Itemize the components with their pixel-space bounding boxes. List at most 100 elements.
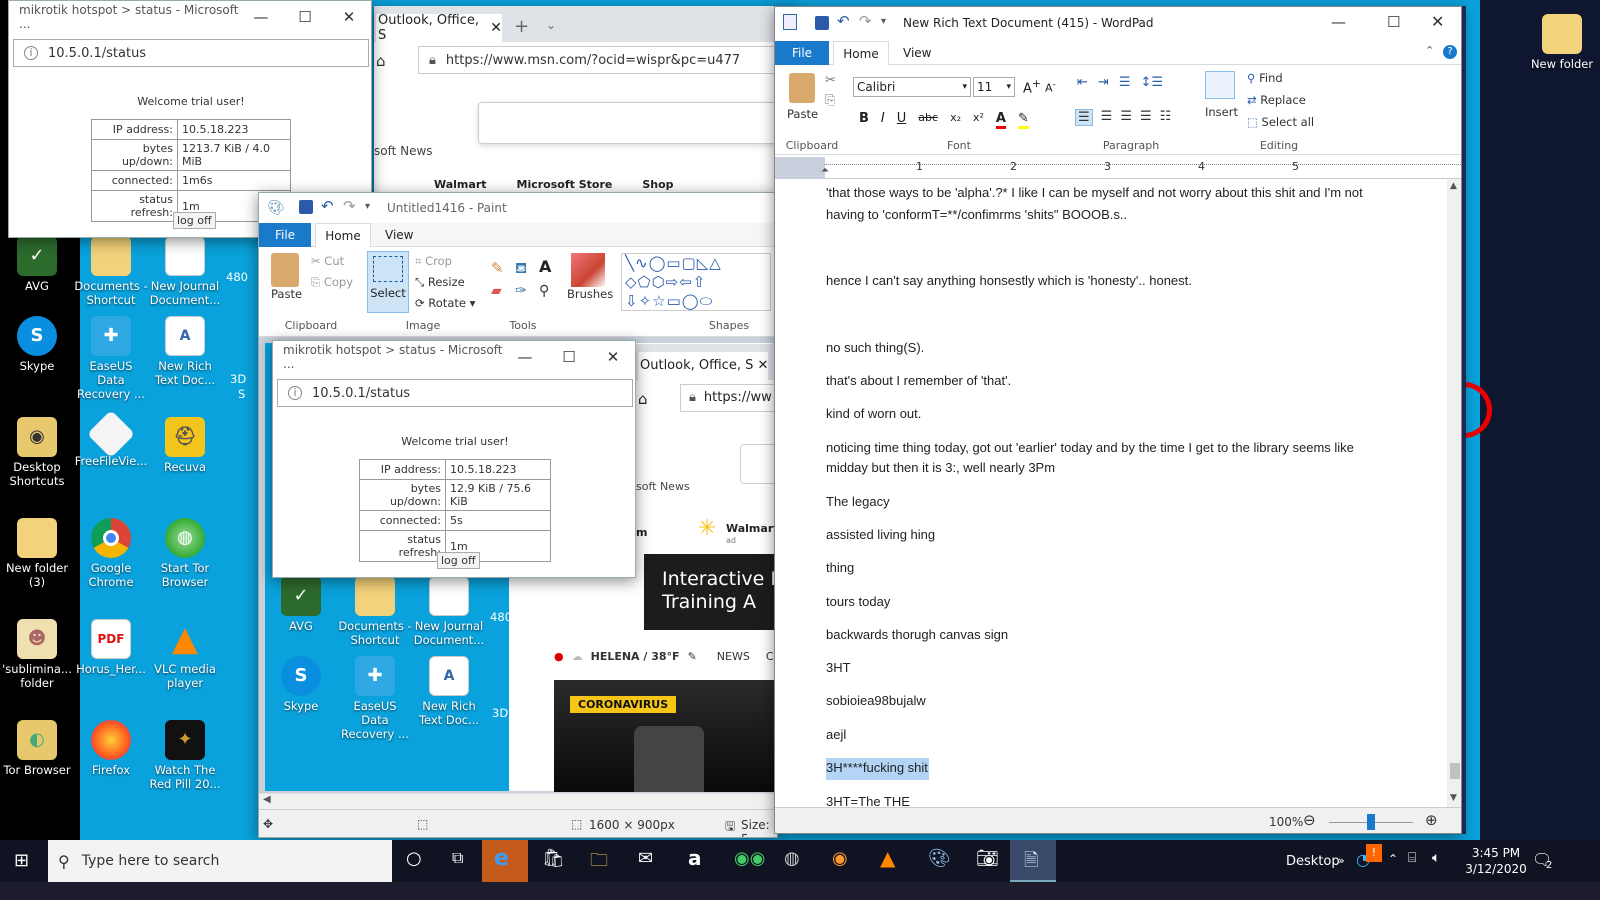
eraser-icon[interactable]: ▰ bbox=[491, 283, 502, 299]
desktop-icon-new-folder[interactable]: New folder bbox=[1522, 14, 1600, 71]
wordpad-taskbar-icon[interactable]: 🗎︎ bbox=[1024, 848, 1038, 878]
chevron-down-icon[interactable]: ⌄ bbox=[546, 18, 556, 32]
maximize-icon[interactable]: ☐ bbox=[283, 8, 327, 26]
hotspot-address-bar[interactable]: i 10.5.0.1/status bbox=[13, 39, 369, 67]
app-icon-color[interactable]: ◉ bbox=[832, 848, 848, 869]
desktop-icon-new-journal-document[interactable]: New Journal Document... bbox=[148, 236, 222, 307]
shop-link[interactable]: Shop bbox=[642, 178, 673, 191]
bold-icon[interactable]: B bbox=[859, 111, 869, 129]
store-taskbar-icon[interactable]: 🛍︎ bbox=[542, 848, 565, 869]
edge-address-bar[interactable]: 🔒︎ https://www.msn.com/?ocid=wispr&pc=u4… bbox=[418, 46, 794, 74]
insert-picture-icon[interactable] bbox=[1205, 71, 1235, 99]
crop-button[interactable]: ⌗ Crop bbox=[415, 254, 452, 269]
brushes-icon[interactable] bbox=[571, 253, 605, 287]
ruler[interactable]: ⏶ 1 2 3 4 5 bbox=[775, 157, 1461, 179]
scroll-left-icon[interactable]: ◀ bbox=[263, 794, 271, 805]
help-icon[interactable]: ? bbox=[1443, 45, 1457, 59]
text-tool-icon[interactable]: A bbox=[539, 257, 551, 276]
minimize-icon[interactable]: — bbox=[1331, 13, 1346, 31]
tab-file[interactable]: File bbox=[259, 223, 311, 247]
desktop-toolbar-chevron-icon[interactable]: » bbox=[1338, 854, 1345, 867]
replace-button[interactable]: ⇄ Replace bbox=[1247, 93, 1306, 107]
vlc-taskbar-icon[interactable]: ▲ bbox=[880, 846, 895, 870]
desktop-icon-watch-the-red-pill[interactable]: ✦ Watch The Red Pill 20... bbox=[148, 720, 222, 791]
magnifier-icon[interactable]: ⚲ bbox=[539, 283, 549, 299]
desktop-icon-skype[interactable]: S Skype bbox=[0, 316, 74, 373]
tab-home[interactable]: Home bbox=[315, 223, 371, 248]
clock-date[interactable]: 3/12/2020 bbox=[1460, 862, 1532, 876]
find-button[interactable]: ⚲ Find bbox=[1247, 71, 1283, 85]
align-right-icon[interactable]: ☰ bbox=[1120, 109, 1132, 126]
select-all-button[interactable]: ⬚ Select all bbox=[1247, 115, 1314, 129]
cortana-icon[interactable]: ○ bbox=[406, 848, 422, 869]
decrease-indent-icon[interactable]: ⇤ bbox=[1077, 75, 1088, 90]
app-icon[interactable]: ◍ bbox=[784, 848, 800, 869]
walmart-link[interactable]: Walmart bbox=[434, 178, 487, 191]
desktop-icon-easeus[interactable]: ✚ EaseUS Data Recovery ... bbox=[74, 316, 148, 401]
paragraph-settings-icon[interactable]: ☷ bbox=[1160, 109, 1172, 126]
bullets-icon[interactable]: ☰ bbox=[1119, 75, 1131, 90]
desktop-icon-freefileviewer[interactable]: FreeFileVie... bbox=[74, 409, 148, 468]
highlight-icon[interactable]: ✎ bbox=[1017, 111, 1029, 129]
close-icon[interactable]: ✕ bbox=[1431, 12, 1444, 31]
line-spacing-icon[interactable]: ↕☰ bbox=[1140, 75, 1163, 90]
tab-view[interactable]: View bbox=[385, 228, 413, 242]
font-size-select[interactable]: 11 ▾ bbox=[973, 77, 1015, 97]
vertical-scrollbar[interactable]: ▲ ▼ bbox=[1447, 179, 1461, 807]
strikethrough-icon[interactable]: abc bbox=[918, 111, 938, 129]
desktop-icon-tor-browser[interactable]: ◐ Tor Browser bbox=[0, 720, 74, 777]
underline-icon[interactable]: U bbox=[897, 111, 907, 129]
windows-start-icon[interactable]: ⊞ bbox=[14, 850, 29, 871]
paste-button[interactable]: Paste bbox=[271, 287, 302, 301]
desktop-icon-google-chrome[interactable]: Google Chrome bbox=[74, 518, 148, 589]
collapse-ribbon-icon[interactable]: ⌃ bbox=[1425, 44, 1434, 57]
save-icon[interactable] bbox=[815, 16, 829, 30]
file-explorer-icon[interactable]: 🗀︎ bbox=[590, 848, 608, 878]
fill-icon[interactable]: ⛾ bbox=[515, 259, 527, 279]
redo-icon[interactable]: ↷ bbox=[859, 12, 872, 30]
clock-time[interactable]: 3:45 PM bbox=[1460, 846, 1532, 860]
undo-icon[interactable]: ↶ bbox=[321, 197, 334, 215]
desktop-toolbar-label[interactable]: Desktop bbox=[1286, 854, 1340, 869]
quick-access-dropdown-icon[interactable]: ▾ bbox=[881, 16, 886, 27]
scroll-down-icon[interactable]: ▼ bbox=[1450, 793, 1457, 803]
minimize-icon[interactable]: — bbox=[239, 8, 283, 26]
desktop-icon-recuva[interactable]: ⛑ Recuva bbox=[148, 417, 222, 474]
zoom-in-icon[interactable]: ⊕ bbox=[1425, 811, 1438, 829]
subscript-icon[interactable]: x₂ bbox=[950, 111, 961, 129]
edge-taskbar-icon[interactable]: e bbox=[494, 846, 509, 871]
clipboard-icon[interactable] bbox=[271, 253, 299, 287]
network-icon[interactable]: ⌸ bbox=[1408, 850, 1416, 866]
msn-search-box[interactable] bbox=[478, 102, 778, 144]
desktop-icon-documents-shortcut[interactable]: Documents - Shortcut bbox=[74, 236, 148, 307]
indent-marker-icon[interactable]: ⏶ bbox=[821, 165, 829, 176]
desktop-icon-start-tor-browser[interactable]: ◍ Start Tor Browser bbox=[148, 518, 222, 589]
tray-alert-icon[interactable]: ! bbox=[1366, 844, 1382, 862]
insert-button[interactable]: Insert bbox=[1205, 105, 1238, 119]
msft-news-link[interactable]: soft News bbox=[374, 144, 433, 158]
scissors-icon[interactable]: ✂ bbox=[825, 73, 836, 88]
shapes-gallery[interactable]: ╲∿◯▭▢◺△ ◇⬠⬡⇨⇦⇧ ⇩✧☆▭◯⬭ bbox=[621, 253, 771, 311]
resize-button[interactable]: ⤡ Resize bbox=[415, 275, 465, 290]
italic-icon[interactable]: I bbox=[881, 111, 885, 129]
brushes-button[interactable]: Brushes bbox=[567, 287, 613, 301]
superscript-icon[interactable]: x² bbox=[973, 111, 984, 129]
clipboard-icon[interactable] bbox=[789, 73, 815, 103]
rotate-button[interactable]: ⟳ Rotate ▾ bbox=[415, 296, 475, 310]
zoom-slider-thumb[interactable] bbox=[1367, 814, 1375, 830]
horizontal-scrollbar[interactable]: ◀ bbox=[259, 793, 777, 809]
new-tab-icon[interactable]: + bbox=[514, 16, 529, 37]
maximize-icon[interactable]: ☐ bbox=[1387, 13, 1400, 31]
save-icon[interactable] bbox=[299, 200, 313, 214]
copy-button[interactable]: ⎘ Copy bbox=[311, 275, 353, 290]
desktop-icon-horus-pdf[interactable]: PDF Horus_Her... bbox=[74, 619, 148, 676]
close-icon[interactable]: ✕ bbox=[490, 20, 502, 36]
select-button[interactable]: Select bbox=[367, 251, 409, 313]
justify-icon[interactable]: ☰ bbox=[1140, 109, 1152, 126]
paste-button[interactable]: Paste bbox=[787, 107, 818, 121]
desktop-icon-firefox[interactable]: Firefox bbox=[74, 720, 148, 777]
log-off-button[interactable]: log off bbox=[173, 212, 216, 229]
mail-icon[interactable]: ✉ bbox=[638, 848, 653, 869]
document-area[interactable]: 'that those ways to be 'alpha'.?* I like… bbox=[775, 179, 1447, 807]
camera-icon[interactable]: 📷︎ bbox=[976, 848, 999, 869]
